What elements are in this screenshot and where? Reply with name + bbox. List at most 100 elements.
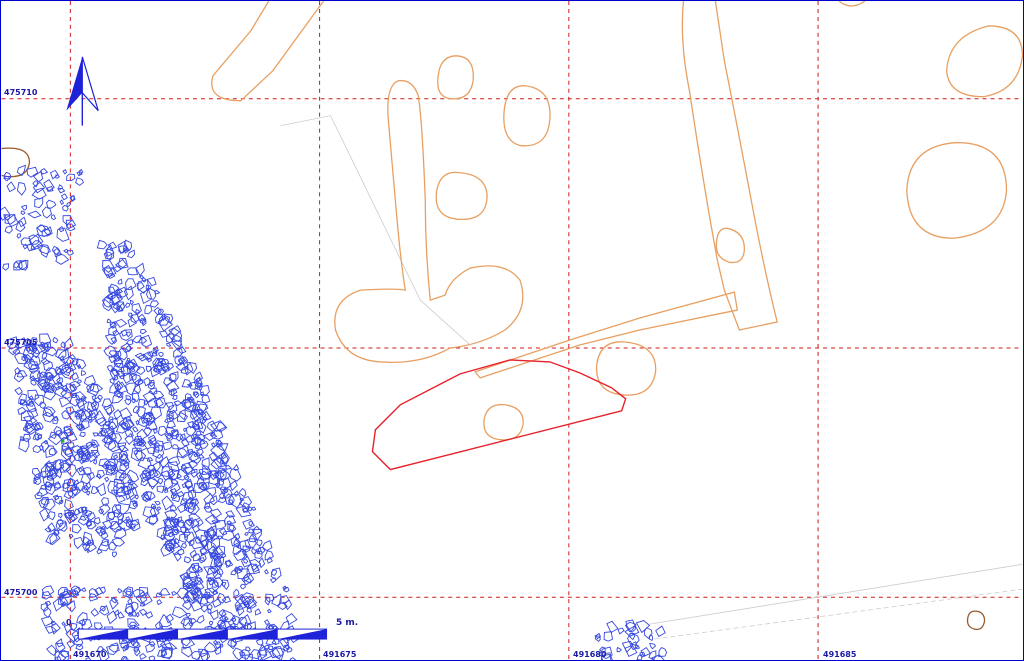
stone-outline	[251, 506, 257, 511]
stone-outline	[161, 495, 174, 511]
stone-outline	[248, 528, 254, 534]
stone-outline	[125, 302, 130, 308]
stone-outline	[137, 279, 149, 294]
stone-outline	[183, 556, 192, 564]
stone-outline	[94, 622, 104, 631]
stone-outline	[49, 169, 59, 180]
stone-outline	[60, 649, 70, 658]
stone-outline	[158, 351, 164, 358]
stone-outline	[224, 464, 232, 470]
stone-outline	[42, 407, 54, 417]
stone-outline	[50, 214, 57, 221]
easting-label-3: 491680	[573, 650, 607, 659]
stone-outline	[152, 428, 158, 435]
stone-outline	[112, 551, 117, 558]
stone-outline	[44, 625, 58, 634]
scale-bar	[77, 628, 328, 640]
stone-outline	[16, 233, 22, 239]
stone-outline	[80, 587, 87, 592]
stone-outline	[92, 432, 99, 437]
stone-outline	[655, 625, 666, 638]
stone-outline	[172, 444, 180, 450]
stone-outline	[78, 467, 84, 473]
stone-outline	[96, 239, 108, 250]
green-marker	[61, 439, 65, 443]
stone-outline	[72, 524, 82, 534]
stone-outline	[141, 277, 147, 283]
stone-outline	[106, 644, 119, 655]
stone-outline	[197, 518, 204, 528]
stone-outline	[109, 596, 119, 610]
stone-outline	[146, 357, 153, 363]
stone-outline	[180, 543, 187, 549]
stone-outline	[242, 507, 248, 513]
stone-outline	[27, 210, 42, 219]
stone-outline	[232, 647, 244, 660]
stone-outline	[117, 587, 123, 594]
stone-outline	[255, 638, 264, 646]
stone-outline	[239, 583, 247, 590]
stone-outline	[145, 643, 155, 653]
orange-circle-right	[906, 141, 1008, 239]
orange-linear-feature	[681, 1, 778, 331]
stone-outline	[60, 193, 68, 201]
stone-outline	[86, 491, 91, 496]
stone-outline	[648, 634, 654, 641]
stone-outline	[126, 357, 131, 362]
stone-outline	[149, 300, 160, 308]
map-canvas[interactable]	[0, 0, 1024, 661]
stone-outline	[41, 352, 48, 359]
stone-outline	[649, 642, 657, 650]
stone-outline	[258, 557, 266, 569]
orange-ditch-top-left	[211, 1, 325, 102]
stone-outline	[76, 379, 83, 384]
stone-outline	[80, 369, 87, 376]
stone-outline	[75, 465, 87, 476]
stone-outline	[125, 278, 137, 290]
stone-outline	[46, 199, 57, 209]
stone-outline	[157, 477, 163, 485]
easting-label-2: 491675	[323, 650, 357, 659]
stone-outline	[264, 550, 274, 561]
easting-label-1: 491670	[73, 650, 107, 659]
stone-outline	[176, 490, 185, 498]
orange-circle-5	[596, 341, 657, 396]
coordinate-grid	[1, 1, 1023, 660]
highlighted-feature-red[interactable]	[371, 359, 627, 471]
stone-outline	[635, 620, 651, 634]
stone-outline	[156, 485, 165, 494]
stone-outline	[270, 567, 282, 581]
stone-outline	[621, 640, 634, 654]
stone-outline	[57, 347, 70, 365]
stone-outline	[30, 379, 37, 386]
stone-outline	[58, 396, 71, 408]
stone-outline	[93, 517, 101, 525]
orange-circle-6	[483, 403, 524, 441]
stone-outline	[40, 168, 49, 175]
stone-outline	[54, 656, 62, 660]
faint-outlines	[280, 115, 1023, 640]
stone-outline	[113, 454, 119, 460]
stone-outline	[59, 355, 64, 362]
stone-outline	[15, 221, 26, 233]
stone-outline	[131, 392, 140, 403]
stone-outline	[606, 620, 619, 634]
stone-outline	[75, 177, 85, 186]
stone-outline	[71, 372, 80, 381]
stone-outline	[140, 328, 148, 335]
stone-outline	[56, 227, 70, 242]
stone-outline	[6, 181, 16, 193]
stone-outline	[164, 419, 169, 424]
stone-outline	[64, 498, 74, 511]
stone-outline	[179, 533, 189, 544]
stone-outline	[244, 532, 249, 537]
stone-outline	[34, 394, 45, 407]
stone-outline	[285, 613, 298, 626]
stone-outline	[59, 199, 65, 206]
stone-outline	[58, 512, 63, 519]
stone-outline	[267, 645, 274, 651]
stone-outline	[31, 187, 47, 200]
stone-outline	[158, 361, 164, 367]
stone-outline	[155, 396, 167, 409]
stone-outline	[66, 201, 71, 208]
